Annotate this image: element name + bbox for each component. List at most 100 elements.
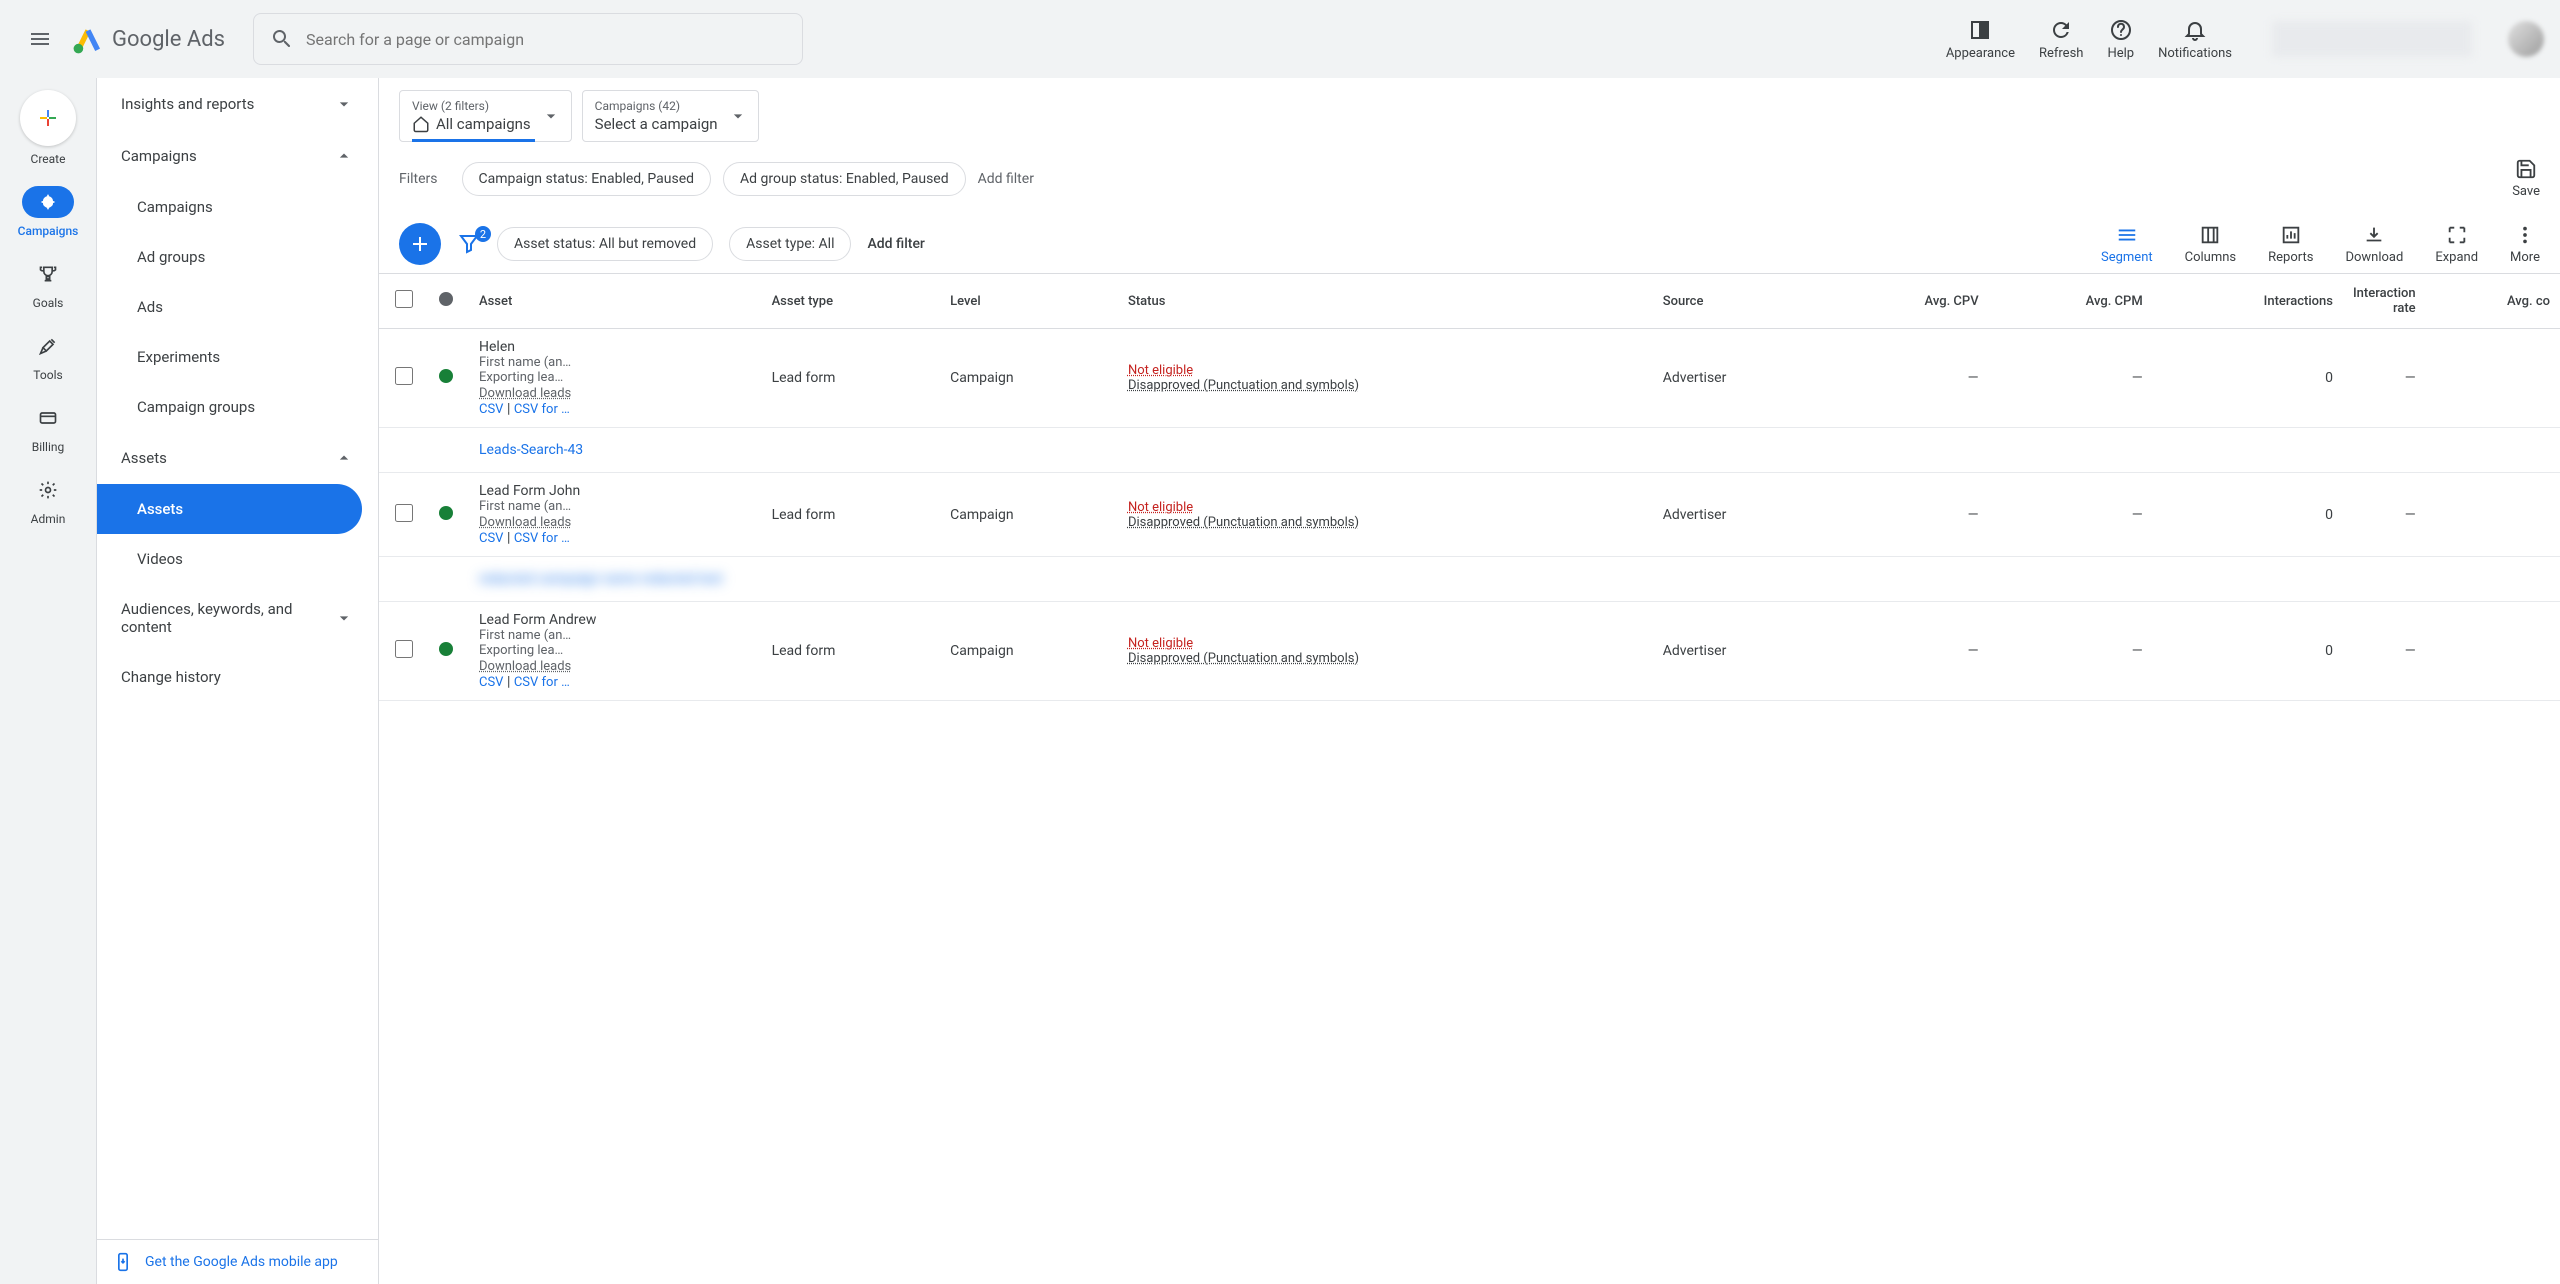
- rail-campaigns[interactable]: Campaigns: [18, 186, 79, 238]
- row-checkbox[interactable]: [379, 329, 429, 428]
- save-button[interactable]: Save: [2512, 158, 2540, 199]
- rail-goals[interactable]: Goals: [22, 258, 74, 310]
- cell-status[interactable]: Not eligibleDisapproved (Punctuation and…: [1118, 602, 1653, 701]
- cell-level: Campaign: [940, 329, 1118, 428]
- appearance-button[interactable]: Appearance: [1946, 18, 2015, 61]
- cell-level: Campaign: [940, 602, 1118, 701]
- sidebar-item-videos[interactable]: Videos: [97, 534, 362, 584]
- cell-interactions: 0: [2153, 473, 2343, 557]
- sidebar-item-campaign-groups[interactable]: Campaign groups: [97, 382, 362, 432]
- header-interaction-rate[interactable]: Interaction rate: [2343, 274, 2426, 329]
- campaign-group-row[interactable]: Leads-Search-43: [379, 428, 2560, 473]
- sidebar-item-ad-groups[interactable]: Ad groups: [97, 232, 362, 282]
- sidebar-change-history[interactable]: Change history: [97, 652, 378, 702]
- search-icon: [270, 27, 294, 51]
- cell-status[interactable]: Not eligibleDisapproved (Punctuation and…: [1118, 473, 1653, 557]
- search-box[interactable]: [253, 13, 803, 65]
- search-input[interactable]: [306, 30, 786, 49]
- rail-admin[interactable]: Admin: [22, 474, 74, 526]
- table-row: Lead Form JohnFirst name (an…Download le…: [379, 473, 2560, 557]
- toolbar: 2 Asset status: All but removed Asset ty…: [379, 215, 2560, 274]
- main-menu-button[interactable]: [16, 15, 64, 63]
- cell-asset[interactable]: Lead Form AndrewFirst name (an…Exporting…: [469, 602, 762, 701]
- card-icon: [38, 408, 58, 428]
- header-asset[interactable]: Asset: [469, 274, 762, 329]
- chip-asset-type[interactable]: Asset type: All: [729, 227, 851, 261]
- header-avg-cpv[interactable]: Avg. CPV: [1831, 274, 1989, 329]
- cell-asset[interactable]: Lead Form JohnFirst name (an…Download le…: [469, 473, 762, 557]
- cell-source: Advertiser: [1653, 473, 1831, 557]
- row-checkbox[interactable]: [379, 602, 429, 701]
- rail-billing[interactable]: Billing: [22, 402, 74, 454]
- cell-status[interactable]: Not eligibleDisapproved (Punctuation and…: [1118, 329, 1653, 428]
- view-selector-campaign[interactable]: Campaigns (42) Select a campaign: [582, 90, 759, 142]
- more-button[interactable]: More: [2510, 224, 2540, 265]
- chip-asset-status[interactable]: Asset status: All but removed: [497, 227, 713, 261]
- sidebar-item-ads[interactable]: Ads: [97, 282, 362, 332]
- sidebar-assets-section[interactable]: Assets: [97, 432, 378, 484]
- download-icon: [2363, 224, 2385, 246]
- logo[interactable]: Google Ads: [72, 23, 225, 55]
- expand-button[interactable]: Expand: [2435, 224, 2478, 265]
- sidebar-audiences[interactable]: Audiences, keywords, and content: [97, 584, 378, 652]
- add-asset-fab[interactable]: [399, 223, 441, 265]
- segment-icon: [2116, 224, 2138, 246]
- header-state[interactable]: [429, 274, 469, 329]
- filter-count-badge: 2: [475, 226, 491, 242]
- cell-avg-cpm: —: [1989, 473, 2153, 557]
- columns-button[interactable]: Columns: [2185, 224, 2237, 265]
- row-status-dot[interactable]: [429, 473, 469, 557]
- filter-chip-adgroup-status[interactable]: Ad group status: Enabled, Paused: [723, 162, 966, 196]
- download-button[interactable]: Download: [2345, 224, 2403, 265]
- chevron-down-icon: [334, 608, 354, 628]
- chevron-down-icon: [334, 94, 354, 114]
- help-button[interactable]: Help: [2107, 18, 2134, 61]
- create-fab: [20, 90, 76, 146]
- header-source[interactable]: Source: [1653, 274, 1831, 329]
- sidebar-insights[interactable]: Insights and reports: [97, 78, 378, 130]
- row-checkbox[interactable]: [379, 473, 429, 557]
- left-rail: Create Campaigns Goals Tools Billing: [0, 78, 97, 1284]
- header-checkbox[interactable]: [379, 274, 429, 329]
- header-level[interactable]: Level: [940, 274, 1118, 329]
- filter-chip-campaign-status[interactable]: Campaign status: Enabled, Paused: [462, 162, 712, 196]
- trophy-icon: [38, 264, 58, 284]
- avatar[interactable]: [2508, 21, 2544, 57]
- header-status[interactable]: Status: [1118, 274, 1653, 329]
- refresh-button[interactable]: Refresh: [2039, 18, 2083, 61]
- campaign-group-row[interactable]: redacted campaign name redacted text: [379, 557, 2560, 602]
- view-selector-all-campaigns[interactable]: View (2 filters) All campaigns: [399, 90, 572, 142]
- rail-create[interactable]: Create: [20, 90, 76, 166]
- assets-table-container[interactable]: Asset Asset type Level Status Source Avg…: [379, 274, 2560, 1284]
- row-status-dot[interactable]: [429, 329, 469, 428]
- mobile-app-link[interactable]: Get the Google Ads mobile app: [97, 1239, 378, 1284]
- header-interactions[interactable]: Interactions: [2153, 274, 2343, 329]
- filters-label: Filters: [399, 171, 438, 187]
- plus-icon: [408, 232, 432, 256]
- header-avg-co[interactable]: Avg. co: [2426, 274, 2560, 329]
- toolbar-add-filter[interactable]: Add filter: [867, 236, 924, 252]
- header-avg-cpm[interactable]: Avg. CPM: [1989, 274, 2153, 329]
- chevron-up-icon: [334, 146, 354, 166]
- refresh-icon: [2049, 18, 2073, 42]
- cell-interactions: 0: [2153, 602, 2343, 701]
- reports-button[interactable]: Reports: [2268, 224, 2313, 265]
- cell-asset[interactable]: HelenFirst name (an…Exporting lea…Downlo…: [469, 329, 762, 428]
- save-icon: [2515, 158, 2537, 180]
- sidebar-campaigns-section[interactable]: Campaigns: [97, 130, 378, 182]
- segment-button[interactable]: Segment: [2101, 224, 2153, 265]
- google-ads-logo-icon: [72, 23, 104, 55]
- row-status-dot[interactable]: [429, 602, 469, 701]
- header-actions: Appearance Refresh Help Notifications: [1946, 18, 2544, 61]
- filter-funnel-button[interactable]: 2: [457, 232, 481, 256]
- sidebar-item-assets[interactable]: Assets: [97, 484, 362, 534]
- cell-interaction-rate: —: [2343, 473, 2426, 557]
- columns-icon: [2199, 224, 2221, 246]
- header-asset-type[interactable]: Asset type: [762, 274, 941, 329]
- header: Google Ads Appearance Refresh Help Notif…: [0, 0, 2560, 78]
- notifications-button[interactable]: Notifications: [2158, 18, 2232, 61]
- sidebar-item-campaigns[interactable]: Campaigns: [97, 182, 362, 232]
- rail-tools[interactable]: Tools: [22, 330, 74, 382]
- sidebar-item-experiments[interactable]: Experiments: [97, 332, 362, 382]
- add-filter-link[interactable]: Add filter: [978, 171, 1034, 187]
